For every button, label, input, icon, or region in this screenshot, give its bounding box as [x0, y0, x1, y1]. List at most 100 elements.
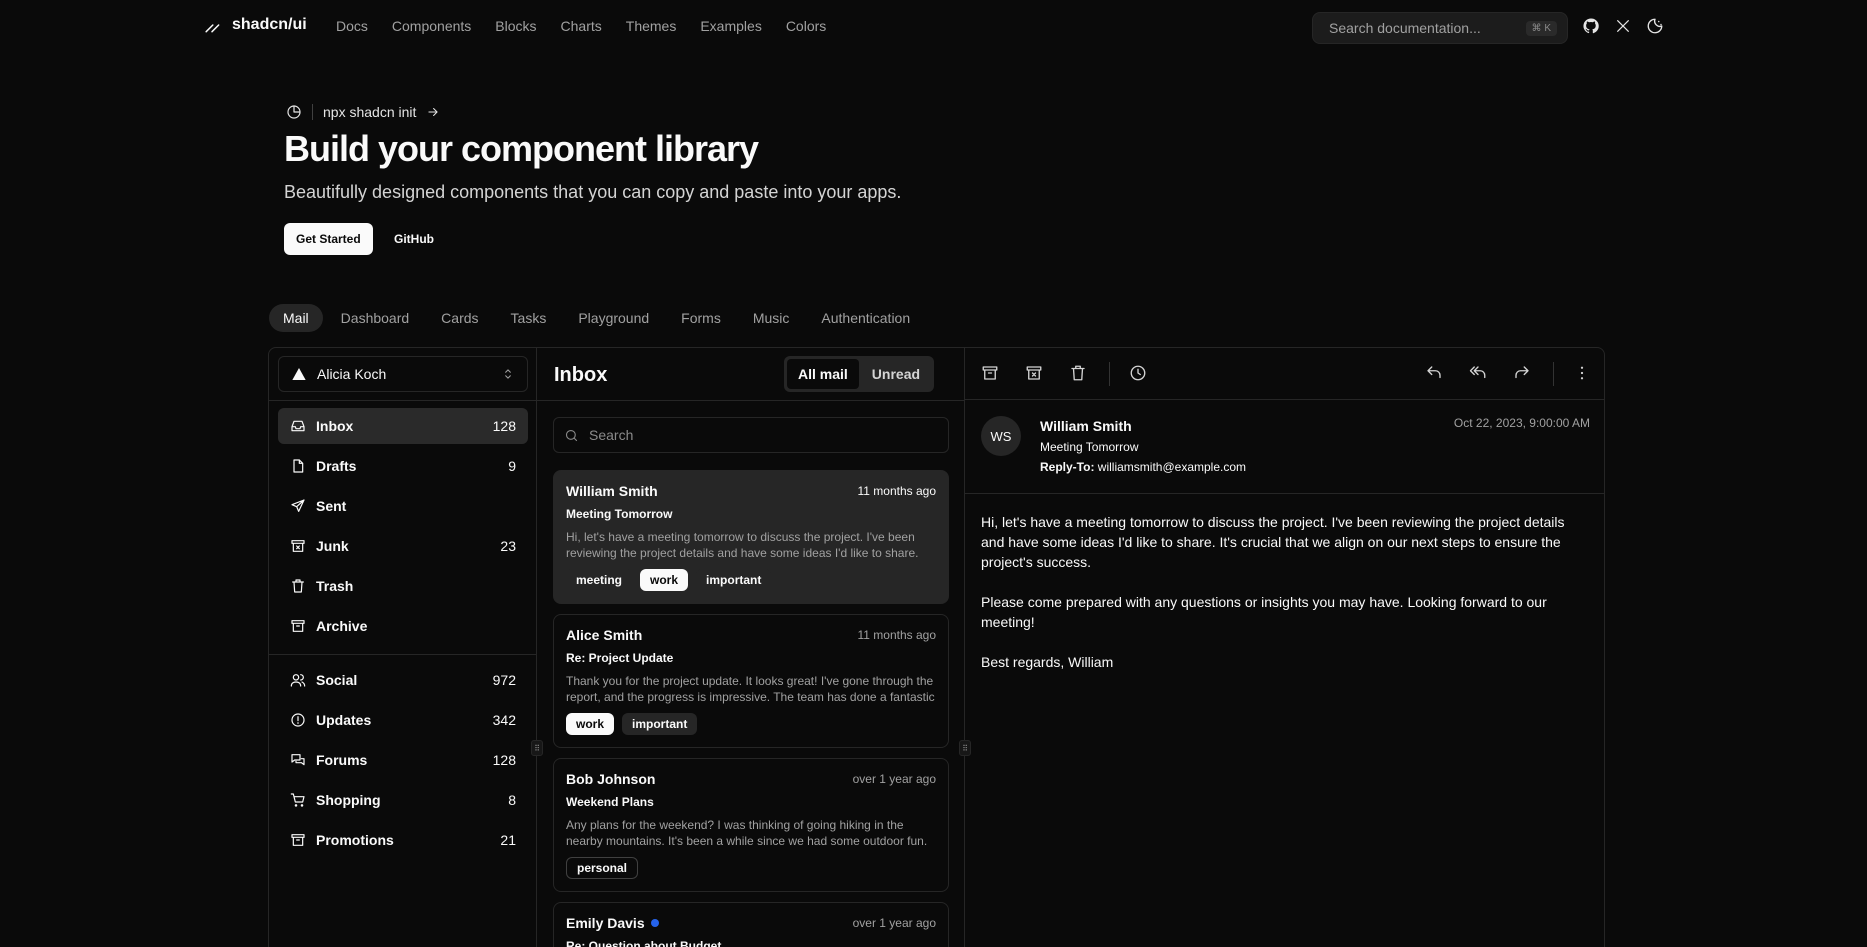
mail-list-item[interactable]: Alice Smith 11 months ago Re: Project Up…	[553, 614, 949, 748]
sidebar-item-label: Trash	[316, 578, 354, 594]
sidebar-item-count: 9	[508, 458, 516, 474]
sidebar-item-label: Archive	[316, 618, 368, 634]
brand-logo[interactable]: shadcn/ui	[202, 15, 307, 35]
sidebar-item-count: 972	[492, 672, 516, 688]
sidebar-item-sent[interactable]: Sent	[278, 488, 528, 524]
sidebar-item-label: Sent	[316, 498, 347, 514]
sidebar-item-junk[interactable]: Junk 23	[278, 528, 528, 564]
inbox-icon	[291, 420, 305, 432]
divider	[965, 493, 1604, 494]
tag-badge: personal	[566, 857, 639, 879]
tab-tasks[interactable]: Tasks	[497, 304, 561, 332]
sidebar-item-shopping[interactable]: Shopping 8	[278, 782, 528, 818]
mail-subject: Weekend Plans	[566, 795, 654, 809]
archive-x-icon[interactable]	[1025, 364, 1043, 382]
sidebar-item-label: Junk	[316, 538, 349, 554]
tab-dashboard[interactable]: Dashboard	[327, 304, 424, 332]
sidebar-item-social[interactable]: Social 972	[278, 662, 528, 698]
account-switcher[interactable]: Alicia Koch	[278, 356, 528, 392]
brand-name: shadcn/ui	[232, 16, 307, 33]
tab-mail[interactable]: Mail	[269, 304, 323, 332]
nav-examples[interactable]: Examples	[700, 18, 761, 34]
tag-badge: meeting	[566, 569, 633, 591]
send-icon	[291, 499, 305, 512]
sidebar-item-archive[interactable]: Archive	[278, 608, 528, 644]
trash-icon[interactable]	[1069, 364, 1087, 382]
mail-preview: Hi, let's have a meeting tomorrow to dis…	[566, 530, 919, 560]
nav-colors[interactable]: Colors	[786, 18, 826, 34]
site-header: shadcn/ui Docs Components Blocks Charts …	[0, 0, 1867, 54]
tab-playground[interactable]: Playground	[564, 304, 663, 332]
account-name: Alicia Koch	[317, 366, 387, 382]
mail-sender: Bob Johnson	[566, 771, 656, 787]
mail-toolbar	[965, 348, 1604, 400]
unread-dot	[650, 919, 659, 927]
mail-list-item[interactable]: Bob Johnson over 1 year ago Weekend Plan…	[553, 758, 949, 892]
mail-preview: Any plans for the weekend? I was thinkin…	[566, 818, 928, 848]
forward-icon[interactable]	[1513, 364, 1531, 382]
divider	[269, 400, 537, 401]
search-placeholder: Search	[589, 427, 634, 443]
nav-blocks[interactable]: Blocks	[495, 18, 536, 34]
tab-music[interactable]: Music	[739, 304, 804, 332]
sidebar-item-drafts[interactable]: Drafts 9	[278, 448, 528, 484]
sidebar-item-label: Shopping	[316, 792, 381, 808]
message-paragraph: Please come prepared with any questions …	[981, 594, 1547, 630]
list-title: Inbox	[554, 364, 608, 386]
message-body: Hi, let's have a meeting tomorrow to dis…	[981, 512, 1581, 692]
trash-icon	[292, 579, 304, 593]
mail-list-item[interactable]: Emily Davis over 1 year ago Re: Question…	[553, 902, 949, 947]
mail-filter-tabs: All mail Unread	[784, 356, 935, 392]
file-icon	[293, 459, 304, 473]
mail-time: over 1 year ago	[852, 772, 936, 786]
sidebar-item-label: Forums	[316, 752, 368, 768]
sidebar-item-count: 342	[492, 712, 516, 728]
mail-subject: Re: Question about Budget	[566, 939, 722, 947]
clock-icon[interactable]	[1129, 364, 1147, 382]
sidebar-item-forums[interactable]: Forums 128	[278, 742, 528, 778]
tab-authentication[interactable]: Authentication	[807, 304, 924, 332]
search-documentation-button[interactable]: Search documentation... ⌘ K	[1312, 12, 1568, 44]
github-button[interactable]: GitHub	[384, 223, 444, 255]
mail-list-item[interactable]: William Smith 11 months ago Meeting Tomo…	[553, 470, 949, 604]
nav-themes[interactable]: Themes	[626, 18, 677, 34]
nav-charts[interactable]: Charts	[561, 18, 602, 34]
tab-unread[interactable]: Unread	[861, 359, 931, 389]
nav-components[interactable]: Components	[392, 18, 471, 34]
reply-icon[interactable]	[1425, 364, 1443, 382]
sidebar-item-trash[interactable]: Trash	[278, 568, 528, 604]
more-vertical-icon[interactable]	[1573, 364, 1591, 382]
message-paragraph: Hi, let's have a meeting tomorrow to dis…	[981, 514, 1565, 570]
message-paragraph: Best regards, William	[981, 654, 1114, 670]
reply-all-icon[interactable]	[1469, 364, 1487, 382]
tab-all-mail[interactable]: All mail	[787, 359, 859, 389]
mail-search-input[interactable]: Search	[553, 417, 949, 453]
message-subject: Meeting Tomorrow	[1040, 440, 1139, 454]
divider	[269, 654, 537, 655]
cart-icon	[290, 793, 305, 807]
toolbar-divider	[1109, 362, 1110, 386]
sidebar-item-updates[interactable]: Updates 342	[278, 702, 528, 738]
chevrons-up-down-icon	[505, 369, 511, 379]
archive-icon[interactable]	[981, 364, 999, 382]
get-started-button[interactable]: Get Started	[284, 223, 373, 255]
sidebar-item-label: Social	[316, 672, 358, 688]
sidebar-item-promotions[interactable]: Promotions 21	[278, 822, 528, 858]
tab-cards[interactable]: Cards	[427, 304, 492, 332]
category-list: Social 972 Updates 342 Forums 128 Shoppi…	[278, 662, 528, 862]
announcement-pill[interactable]: npx shadcn init	[286, 104, 440, 120]
nav-docs[interactable]: Docs	[336, 18, 368, 34]
tab-forms[interactable]: Forms	[667, 304, 735, 332]
mail-subject: Re: Project Update	[566, 651, 674, 665]
messages-icon	[291, 754, 305, 766]
announcement-text: npx shadcn init	[323, 104, 417, 120]
search-icon	[565, 429, 578, 441]
mail-sender: Emily Davis	[566, 915, 645, 931]
sidebar-item-label: Inbox	[316, 418, 354, 434]
github-icon[interactable]	[1582, 17, 1600, 35]
x-twitter-icon[interactable]	[1615, 17, 1631, 35]
header-icons	[1582, 17, 1664, 35]
sidebar-item-count: 21	[500, 832, 516, 848]
sidebar-item-inbox[interactable]: Inbox 128	[278, 408, 528, 444]
theme-toggle-icon[interactable]	[1646, 17, 1664, 35]
